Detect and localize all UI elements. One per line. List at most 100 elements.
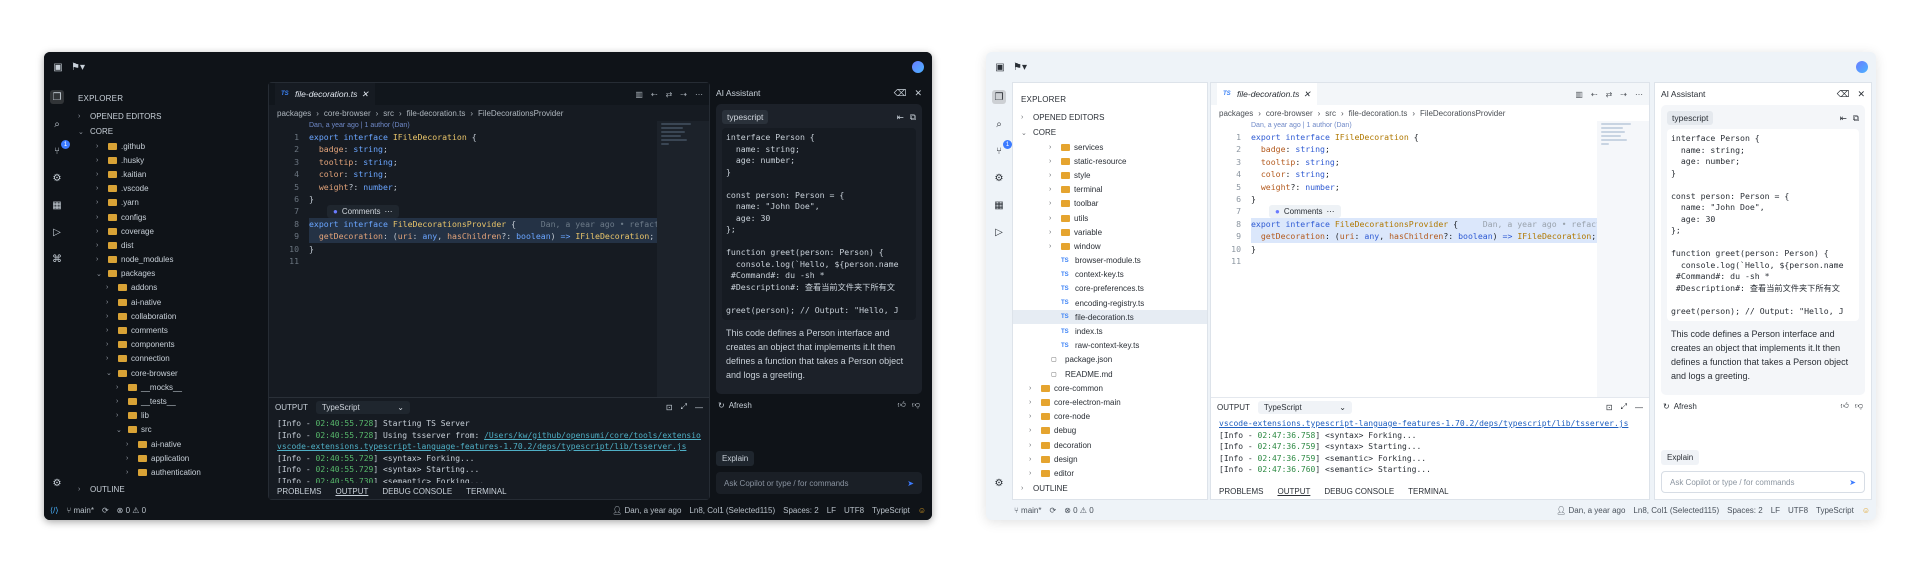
blame-codelens[interactable]: Dan, a year ago | 1 author (Dan)	[309, 121, 657, 131]
ai-chat-input[interactable]: Ask Copilot or type / for commands ➤	[1661, 471, 1865, 493]
tree-item[interactable]: › authentication	[70, 465, 266, 479]
next-change-icon[interactable]: ⇢	[680, 90, 687, 99]
debug-icon[interactable]: ⚙	[992, 171, 1006, 185]
thumbs-up-icon[interactable]: 👍︎	[1841, 401, 1849, 411]
core-section[interactable]: ⌄ CORE	[70, 124, 266, 139]
tree-item[interactable]: TS context-key.ts	[1013, 268, 1207, 282]
tab-terminal[interactable]: TERMINAL	[466, 487, 506, 496]
code-line[interactable]: color: string;	[309, 168, 657, 180]
output-channel-select[interactable]: TypeScript ⌄	[315, 400, 410, 414]
minimap[interactable]	[657, 121, 709, 397]
sync-icon[interactable]: ⟳	[102, 506, 109, 515]
tree-item[interactable]: › .github	[70, 139, 266, 153]
insert-icon[interactable]: ⇤	[897, 112, 904, 123]
insert-icon[interactable]: ⇤	[1840, 113, 1847, 124]
code-editor[interactable]: 1 2 3 4 5 6 7 8 9 10 11 Dan, a year ago | 1 author…	[269, 121, 709, 397]
tree-item[interactable]: › debug	[1013, 424, 1207, 438]
tree-item[interactable]: › .vscode	[70, 182, 266, 196]
settings-gear-icon[interactable]: ⚙	[50, 476, 64, 490]
code-line[interactable]: badge: string;	[309, 143, 657, 155]
prev-change-icon[interactable]: ⇠	[651, 90, 658, 99]
blame-codelens[interactable]: Dan, a year ago | 1 author (Dan)	[1251, 121, 1597, 131]
tree-item[interactable]: › editor	[1013, 466, 1207, 480]
notifications-icon[interactable]: ☺	[918, 506, 926, 515]
sync-icon[interactable]: ⟳	[1049, 506, 1056, 515]
code-line[interactable]: tooltip: string;	[309, 156, 657, 168]
tree-item[interactable]: › lib	[70, 409, 266, 423]
tree-item[interactable]: › .kaitian	[70, 167, 266, 181]
crumb-packages[interactable]: packages	[277, 109, 311, 118]
split-editor-icon[interactable]: ▥	[1575, 90, 1583, 99]
extensions-icon[interactable]: ▦	[50, 198, 64, 212]
ai-chat-input[interactable]: Ask Copilot or type / for commands ➤	[716, 472, 922, 494]
tree-item[interactable]: › connection	[70, 352, 266, 366]
code-line[interactable]: badge: string;	[1251, 143, 1597, 155]
tree-item[interactable]: ⌄ packages	[70, 267, 266, 281]
crumb-symbol[interactable]: FileDecorationsProvider	[1420, 109, 1505, 118]
source-control-icon[interactable]: ⑂ 1	[50, 140, 70, 158]
tree-item[interactable]: › core-electron-main	[1013, 395, 1207, 409]
indent-status[interactable]: Spaces: 2	[1727, 506, 1763, 515]
copy-icon[interactable]: ⧉	[910, 112, 916, 123]
blame-status[interactable]: 👤︎ Dan, a year ago	[1556, 506, 1625, 515]
tree-item[interactable]: › style	[1013, 168, 1207, 182]
split-editor-icon[interactable]: ▥	[635, 90, 643, 99]
send-icon[interactable]: ➤	[1849, 478, 1856, 487]
tree-item[interactable]: › components	[70, 338, 266, 352]
minimap[interactable]	[1597, 121, 1649, 397]
opened-editors-section[interactable]: › OPENED EDITORS	[70, 109, 266, 124]
close-icon[interactable]: ✕	[1303, 89, 1310, 100]
opened-editors-section[interactable]: › OPENED EDITORS	[1013, 110, 1207, 125]
eol-status[interactable]: LF	[827, 506, 836, 515]
code-line[interactable]: }	[309, 243, 657, 255]
clear-icon[interactable]: ⌫	[894, 88, 907, 99]
tree-item[interactable]: › addons	[70, 281, 266, 295]
tab-file-decoration[interactable]: TS file-decoration.ts ✕	[1217, 83, 1317, 105]
indent-status[interactable]: Spaces: 2	[783, 506, 819, 515]
tree-item[interactable]: › variable	[1013, 225, 1207, 239]
tab-output[interactable]: OUTPUT	[335, 487, 368, 496]
lock-icon[interactable]: ⊡	[1606, 403, 1613, 412]
source-control-icon[interactable]: ⑂ 1	[992, 140, 1012, 158]
tree-item[interactable]: ⌄ src	[70, 423, 266, 437]
tree-item[interactable]: › .husky	[70, 153, 266, 167]
code-line[interactable]: export interface FileDecorationsProvider…	[1251, 217, 1597, 231]
tree-item[interactable]: TS core-preferences.ts	[1013, 282, 1207, 296]
tree-item[interactable]: › ai-native	[70, 437, 266, 451]
explorer-icon[interactable]: ❐	[50, 90, 64, 104]
tree-item[interactable]: › design	[1013, 452, 1207, 466]
tree-item[interactable]: › static-resource	[1013, 154, 1207, 168]
core-section[interactable]: ⌄ CORE	[1013, 125, 1207, 140]
maximize-icon[interactable]: ⤢	[1621, 402, 1627, 412]
code-line[interactable]	[1251, 255, 1597, 267]
tree-item[interactable]: TS encoding-registry.ts	[1013, 296, 1207, 310]
comments-widget[interactable]: ● Comments ⋯	[327, 205, 399, 218]
diff-icon[interactable]: ⇄	[1606, 90, 1613, 99]
maximize-icon[interactable]: ⤢	[681, 402, 687, 412]
problems-status[interactable]: ⊗ 0 ⚠ 0	[1064, 506, 1093, 515]
outline-section[interactable]: › OUTLINE	[1013, 481, 1207, 499]
tree-item[interactable]: › toolbar	[1013, 197, 1207, 211]
tree-item[interactable]: › __mocks__	[70, 380, 266, 394]
tree-item[interactable]: › services	[1013, 140, 1207, 154]
tree-item[interactable]: › collaboration	[70, 309, 266, 323]
tab-debug-console[interactable]: DEBUG CONSOLE	[1324, 487, 1394, 496]
code-line[interactable]: getDecoration: (uri: any, hasChildren?: …	[309, 230, 657, 243]
refresh-icon[interactable]: ↻	[718, 401, 725, 410]
settings-gear-icon[interactable]: ⚙	[992, 476, 1006, 490]
branch-status[interactable]: ⑂ main*	[1014, 506, 1041, 515]
code-line[interactable]: }	[309, 193, 657, 205]
tree-item[interactable]: › decoration	[1013, 438, 1207, 452]
tree-item[interactable]: › configs	[70, 210, 266, 224]
encoding-status[interactable]: UTF8	[844, 506, 864, 515]
code-line[interactable]: }	[1251, 193, 1597, 205]
search-icon[interactable]: ⌕	[50, 117, 64, 131]
next-change-icon[interactable]: ⇢	[1620, 90, 1627, 99]
close-icon[interactable]: ✕	[1857, 89, 1865, 100]
copy-icon[interactable]: ⧉	[1853, 113, 1859, 124]
problems-status[interactable]: ⊗ 0 ⚠ 0	[117, 506, 146, 515]
tab-debug-console[interactable]: DEBUG CONSOLE	[382, 487, 452, 496]
tree-item[interactable]: › terminal	[1013, 183, 1207, 197]
crumb-src[interactable]: src	[383, 109, 394, 118]
debug-icon[interactable]: ⚙	[50, 171, 64, 185]
